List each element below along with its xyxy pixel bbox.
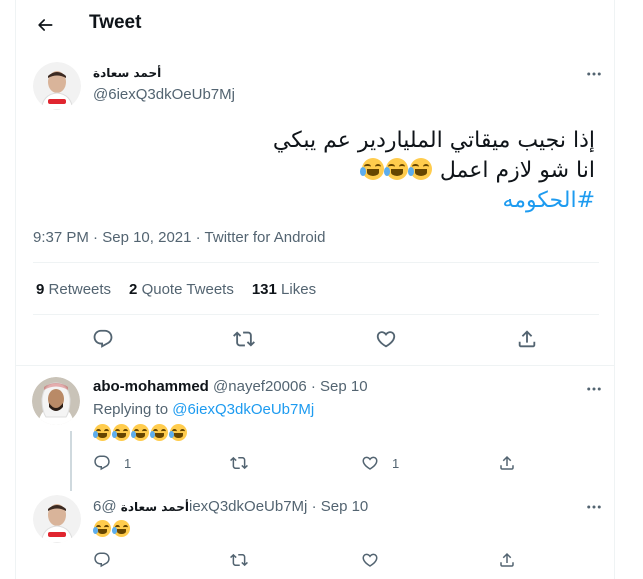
separator: · bbox=[93, 229, 99, 246]
retweets-label: Retweets bbox=[48, 281, 112, 298]
divider bbox=[33, 262, 599, 263]
more-button[interactable] bbox=[582, 62, 606, 86]
share-button[interactable] bbox=[516, 328, 538, 350]
retweet-icon bbox=[230, 553, 248, 567]
reply-button[interactable] bbox=[93, 551, 111, 569]
reply-author-handle[interactable]: @nayef20006 bbox=[213, 378, 307, 395]
replying-to-label: Replying to bbox=[93, 401, 169, 418]
more-icon bbox=[587, 387, 601, 391]
author-name[interactable]: أحمد سعادة bbox=[93, 66, 161, 80]
retweet-button[interactable] bbox=[230, 551, 248, 569]
reply-date[interactable]: Sep 10 bbox=[321, 498, 369, 515]
back-button[interactable] bbox=[30, 10, 60, 40]
face-with-tears-of-joy-emoji bbox=[407, 158, 432, 180]
share-icon bbox=[500, 455, 514, 470]
like-button[interactable] bbox=[361, 551, 379, 569]
hashtag-link[interactable]: #الحكومه bbox=[35, 186, 595, 216]
tweet-column: Tweet أحمد سعادة @6iexQ3dkOeUb7Mj إذا نج… bbox=[15, 0, 615, 579]
face-with-tears-of-joy-emoji bbox=[93, 520, 111, 537]
like-button[interactable] bbox=[375, 328, 397, 350]
retweet-icon bbox=[233, 331, 255, 347]
like-button[interactable]: 1 bbox=[361, 454, 399, 472]
like-count: 1 bbox=[392, 455, 400, 471]
separator: · bbox=[310, 378, 316, 395]
divider bbox=[33, 314, 599, 315]
face-with-tears-of-joy-emoji bbox=[93, 424, 111, 441]
reply-button[interactable]: 1 bbox=[93, 454, 131, 472]
more-icon bbox=[587, 72, 601, 76]
reply-icon bbox=[94, 455, 110, 471]
avatar[interactable] bbox=[33, 495, 81, 543]
face-with-tears-of-joy-emoji bbox=[112, 520, 130, 537]
face-with-tears-of-joy-emoji bbox=[383, 158, 408, 180]
reply-date[interactable]: Sep 10 bbox=[320, 378, 368, 395]
separator: · bbox=[311, 498, 317, 515]
avatar[interactable] bbox=[33, 62, 81, 110]
reply-icon bbox=[94, 552, 110, 568]
replying-to-handle[interactable]: @6iexQ3dkOeUb7Mj bbox=[172, 401, 314, 418]
reply-icon bbox=[93, 329, 113, 348]
reply-author-name[interactable]: أحمد سعادة bbox=[121, 500, 189, 514]
reply-text bbox=[93, 520, 131, 539]
share-icon bbox=[500, 552, 514, 567]
reply-header: abo-mohammed @nayef20006 · Sep 10 bbox=[93, 378, 368, 395]
tweet-date[interactable]: Sep 10, 2021 bbox=[102, 229, 191, 246]
reply-count: 1 bbox=[124, 455, 132, 471]
page-header: Tweet bbox=[16, 0, 614, 50]
retweet-button[interactable] bbox=[233, 328, 255, 350]
back-arrow-icon bbox=[38, 19, 53, 31]
tweet-text: إذا نجيب ميقاتي الملياردير عم يبكي انا ش… bbox=[35, 126, 595, 216]
like-icon bbox=[376, 331, 396, 348]
tweet-text-words: انا شو لازم اعمل bbox=[439, 158, 595, 183]
page-title: Tweet bbox=[89, 12, 142, 33]
retweets-count: 9 bbox=[36, 281, 45, 298]
like-icon bbox=[362, 456, 378, 470]
tweet-stats: 9 Retweets 2 Quote Tweets 131 Likes bbox=[36, 281, 316, 298]
divider bbox=[16, 365, 614, 366]
quote-tweets-label: Quote Tweets bbox=[141, 281, 234, 298]
face-with-tears-of-joy-emoji bbox=[131, 424, 149, 441]
likes-label: Likes bbox=[281, 281, 317, 298]
reply-author-name[interactable]: abo-mohammed bbox=[93, 378, 209, 395]
avatar[interactable] bbox=[32, 377, 80, 425]
thread-line bbox=[70, 431, 72, 491]
tweet-time[interactable]: 9:37 PM bbox=[33, 229, 89, 246]
share-icon bbox=[518, 330, 536, 348]
face-with-tears-of-joy-emoji bbox=[359, 158, 384, 180]
tweet-text-line: إذا نجيب ميقاتي الملياردير عم يبكي bbox=[272, 128, 595, 153]
quote-tweets-stat[interactable]: 2 Quote Tweets bbox=[129, 281, 234, 298]
reply-text bbox=[93, 424, 188, 443]
author-handle[interactable]: @6iexQ3dkOeUb7Mj bbox=[93, 86, 235, 103]
face-with-tears-of-joy-emoji bbox=[112, 424, 130, 441]
retweets-stat[interactable]: 9 Retweets bbox=[36, 281, 111, 298]
tweet-source[interactable]: Twitter for Android bbox=[205, 229, 326, 246]
likes-stat[interactable]: 131 Likes bbox=[252, 281, 316, 298]
likes-count: 131 bbox=[251, 281, 277, 298]
more-icon bbox=[587, 505, 601, 509]
replying-to: Replying to @6iexQ3dkOeUb7Mj bbox=[93, 401, 314, 418]
like-icon bbox=[362, 553, 378, 567]
separator: · bbox=[195, 229, 201, 246]
share-button[interactable] bbox=[498, 551, 516, 569]
face-with-tears-of-joy-emoji bbox=[169, 424, 187, 441]
reply-header: أحمد سعادة @6iexQ3dkOeUb7Mj · Sep 10 bbox=[93, 498, 368, 515]
tweet-text-line: انا شو لازم اعمل bbox=[35, 156, 595, 186]
quote-tweets-count: 2 bbox=[129, 281, 138, 298]
share-button[interactable] bbox=[498, 454, 516, 472]
tweet-timestamp: 9:37 PM · Sep 10, 2021 · Twitter for And… bbox=[33, 229, 325, 246]
emoji-group bbox=[359, 158, 433, 183]
more-button[interactable] bbox=[582, 495, 606, 519]
face-with-tears-of-joy-emoji bbox=[150, 424, 168, 441]
reply-button[interactable] bbox=[92, 328, 114, 350]
retweet-button[interactable] bbox=[230, 454, 248, 472]
more-button[interactable] bbox=[582, 377, 606, 401]
retweet-icon bbox=[230, 456, 248, 470]
